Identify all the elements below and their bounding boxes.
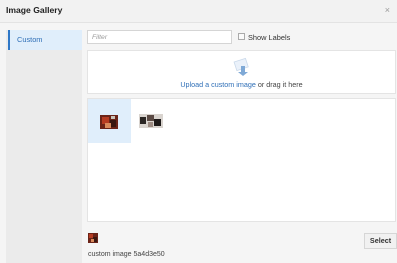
show-labels-label: Show Labels — [248, 33, 291, 42]
upload-drop-zone[interactable]: Upload a custom image or drag it here — [87, 50, 396, 94]
image-grid — [87, 98, 396, 222]
dialog-title: Image Gallery — [6, 5, 63, 15]
select-button[interactable]: Select — [364, 233, 397, 249]
image-thumbnail-selected[interactable] — [88, 99, 131, 143]
upload-arrow-icon — [233, 57, 249, 76]
close-icon[interactable]: × — [385, 5, 390, 15]
sidebar-item-custom[interactable]: Custom — [8, 30, 82, 50]
sidebar-item-label: Custom — [17, 35, 43, 44]
category-sidebar: Custom — [6, 30, 82, 263]
dialog-header: Image Gallery × — [0, 0, 397, 23]
show-labels-checkbox[interactable] — [238, 33, 245, 40]
upload-custom-image-link[interactable]: Upload a custom image — [180, 80, 256, 89]
custom-image-thumbnail — [100, 115, 118, 129]
custom-image-thumbnail-2[interactable] — [139, 114, 163, 128]
selected-image-preview — [88, 233, 98, 243]
selected-image-name: custom image 5a4d3e50 — [88, 251, 165, 258]
upload-instructions: Upload a custom image or drag it here — [88, 80, 395, 89]
upload-drag-text: or drag it here — [255, 80, 303, 89]
filter-input[interactable] — [87, 30, 232, 44]
